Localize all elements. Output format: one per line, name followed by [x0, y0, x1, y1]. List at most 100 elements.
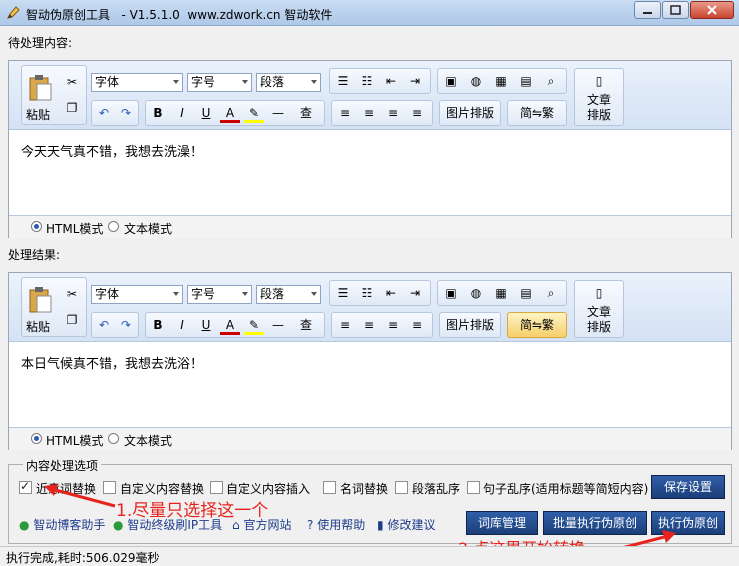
preview-icon[interactable]: ⌕ [541, 283, 561, 303]
lexicon-manage-button[interactable]: 词库管理 [466, 511, 538, 535]
input-content[interactable]: 今天天气真不错，我想去洗澡！ [21, 141, 203, 160]
undo-icon[interactable]: ↶ [94, 103, 114, 123]
help-link[interactable]: ? 使用帮助 [307, 516, 365, 533]
size-select[interactable]: 字号 [187, 285, 252, 304]
italic-button[interactable]: I [172, 315, 192, 335]
align-justify-icon[interactable]: ≡ [407, 103, 427, 123]
find-button[interactable]: 查 [296, 315, 316, 335]
html-mode-radio[interactable] [31, 221, 42, 232]
horizontal-rule-icon[interactable]: — [268, 315, 288, 335]
noun-replace-checkbox[interactable] [323, 481, 336, 494]
article-layout-button[interactable]: ▯ 文章 排版 [574, 280, 624, 338]
size-select[interactable]: 字号 [187, 73, 252, 92]
link-icon[interactable]: ◍ [466, 71, 486, 91]
font-select[interactable]: 字体 [91, 285, 183, 304]
outdent-icon[interactable]: ⇤ [381, 283, 401, 303]
status-bar: 执行完成,耗时:506.029毫秒 [0, 546, 739, 566]
source-icon[interactable]: ▤ [516, 283, 536, 303]
unordered-list-icon[interactable]: ☷ [357, 283, 377, 303]
align-left-icon[interactable]: ≡ [335, 315, 355, 335]
window-title: 智动伪原创工具 - V1.5.1.0 www.zdwork.cn 智动软件 [26, 8, 333, 22]
clipboard-group: 粘贴 ✂ ❐ [21, 65, 87, 125]
align-right-icon[interactable]: ≡ [383, 103, 403, 123]
align-center-icon[interactable]: ≡ [359, 315, 379, 335]
underline-button[interactable]: U [196, 103, 216, 123]
minimize-button[interactable] [634, 1, 661, 19]
link-icon[interactable]: ◍ [466, 283, 486, 303]
html-mode-label: HTML模式 [46, 222, 104, 236]
align-left-icon[interactable]: ≡ [335, 103, 355, 123]
redo-icon[interactable]: ↷ [116, 103, 136, 123]
paragraph-select[interactable]: 段落 [256, 73, 321, 92]
font-color-button[interactable]: A [220, 103, 240, 123]
align-center-icon[interactable]: ≡ [359, 103, 379, 123]
paste-icon[interactable] [28, 286, 52, 314]
maximize-icon [670, 5, 681, 15]
status-text: 执行完成,耗时:506.029毫秒 [6, 551, 160, 565]
feedback-link[interactable]: ▮ 修改建议 [377, 516, 435, 533]
image-icon[interactable]: ▣ [441, 283, 461, 303]
find-button[interactable]: 查 [296, 103, 316, 123]
custom-replace-label: 自定义内容替换 [120, 482, 205, 496]
preview-icon[interactable]: ⌕ [541, 71, 561, 91]
blog-helper-link[interactable]: ● 智动博客助手 [19, 516, 105, 533]
font-color-button[interactable]: A [220, 315, 240, 335]
cut-icon[interactable]: ✂ [62, 72, 82, 92]
image-icon[interactable]: ▣ [441, 71, 461, 91]
insert-group: ▣ ◍ ▦ ▤ ⌕ [437, 280, 567, 306]
undo-redo-group: ↶ ↷ [91, 100, 139, 126]
save-settings-button[interactable]: 保存设置 [651, 475, 725, 499]
html-mode-label: HTML模式 [46, 434, 104, 448]
close-icon [707, 5, 717, 15]
copy-icon[interactable]: ❐ [62, 98, 82, 118]
redo-icon[interactable]: ↷ [116, 315, 136, 335]
bold-button[interactable]: B [148, 315, 168, 335]
cut-icon[interactable]: ✂ [62, 284, 82, 304]
highlight-icon[interactable]: ✎ [244, 315, 264, 335]
result-content[interactable]: 本日气候真不错，我想去洗浴！ [21, 353, 203, 372]
indent-icon[interactable]: ⇥ [405, 71, 425, 91]
close-button[interactable] [690, 1, 734, 19]
text-mode-radio[interactable] [108, 433, 119, 444]
html-mode-radio[interactable] [31, 433, 42, 444]
article-layout-button[interactable]: ▯ 文章 排版 [574, 68, 624, 126]
source-icon[interactable]: ▤ [516, 71, 536, 91]
ordered-list-icon[interactable]: ☰ [333, 71, 353, 91]
ordered-list-icon[interactable]: ☰ [333, 283, 353, 303]
chevron-down-icon [173, 80, 179, 84]
custom-insert-checkbox[interactable] [210, 481, 223, 494]
bold-button[interactable]: B [148, 103, 168, 123]
synonym-checkbox[interactable] [19, 479, 32, 494]
image-layout-button[interactable]: 图片排版 [439, 100, 501, 126]
highlight-icon[interactable]: ✎ [244, 103, 264, 123]
unordered-list-icon[interactable]: ☷ [357, 71, 377, 91]
chevron-down-icon [173, 292, 179, 296]
font-select[interactable]: 字体 [91, 73, 183, 92]
outdent-icon[interactable]: ⇤ [381, 71, 401, 91]
simp-trad-button[interactable]: 简⇋繁 [507, 100, 567, 126]
paragraph-shuffle-checkbox[interactable] [395, 481, 408, 494]
sentence-shuffle-checkbox[interactable] [467, 481, 480, 494]
underline-button[interactable]: U [196, 315, 216, 335]
options-legend: 内容处理选项 [23, 457, 102, 474]
align-justify-icon[interactable]: ≡ [407, 315, 427, 335]
horizontal-rule-icon[interactable]: — [268, 103, 288, 123]
text-mode-radio[interactable] [108, 221, 119, 232]
indent-icon[interactable]: ⇥ [405, 283, 425, 303]
table-icon[interactable]: ▦ [491, 283, 511, 303]
image-layout-button[interactable]: 图片排版 [439, 312, 501, 338]
table-icon[interactable]: ▦ [491, 71, 511, 91]
undo-icon[interactable]: ↶ [94, 315, 114, 335]
italic-button[interactable]: I [172, 103, 192, 123]
maximize-button[interactable] [662, 1, 689, 19]
paste-label[interactable]: 粘贴 [26, 106, 50, 123]
paste-icon[interactable] [28, 74, 52, 102]
align-right-icon[interactable]: ≡ [383, 315, 403, 335]
paragraph-select[interactable]: 段落 [256, 285, 321, 304]
paste-label[interactable]: 粘贴 [26, 318, 50, 335]
document-icon: ▯ [595, 286, 603, 300]
text-mode-label: 文本模式 [124, 222, 173, 236]
copy-icon[interactable]: ❐ [62, 310, 82, 330]
format-group: B I U A ✎ — 查 [145, 100, 325, 126]
simp-trad-button[interactable]: 简⇋繁 [507, 312, 567, 338]
